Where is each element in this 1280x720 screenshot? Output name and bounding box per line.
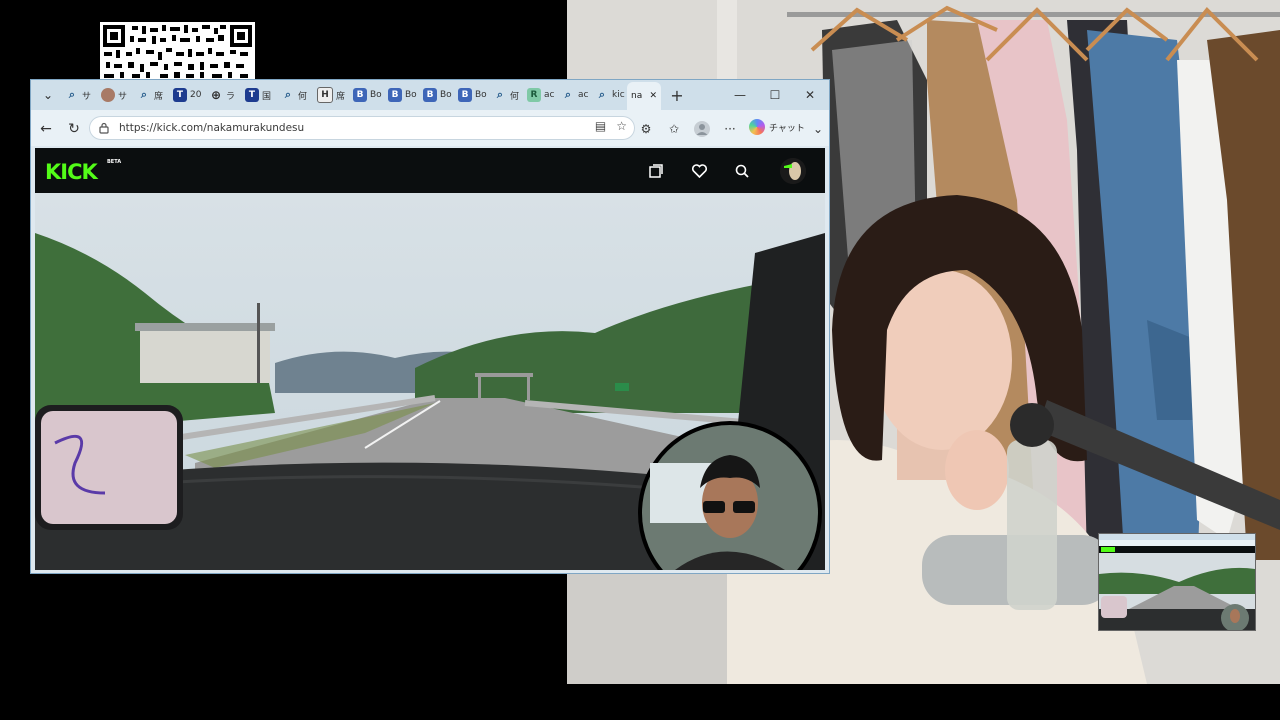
search-icon: ⌕ <box>140 88 148 101</box>
search-icon: ⌕ <box>598 88 606 101</box>
tab[interactable]: ⌕ 何 <box>493 86 519 104</box>
tab[interactable]: B Bo <box>458 86 487 104</box>
tab[interactable]: サ <box>101 86 127 104</box>
t-icon: T <box>245 88 259 102</box>
maximize-button[interactable]: ☐ <box>760 84 790 106</box>
kick-header: KICK BETA <box>35 148 825 193</box>
tab-list-button[interactable]: ⌄ <box>37 85 59 105</box>
reading-view-icon[interactable]: ▤ <box>595 119 606 133</box>
tab[interactable]: ⌕ kic <box>595 86 625 104</box>
browser-toolbar: ← ↻ https://kick.com/nakamurakundesu ▤ ☆… <box>31 110 829 146</box>
tab[interactable]: B Bo <box>353 86 382 104</box>
tab[interactable]: T国 <box>245 86 271 104</box>
multi-view-icon[interactable] <box>646 161 666 181</box>
favorite-star-icon[interactable]: ☆ <box>616 119 627 133</box>
page-content: KICK BETA <box>35 148 825 570</box>
search-icon: ⌕ <box>496 88 504 101</box>
h-icon: H <box>317 87 333 103</box>
profile-avatar-icon[interactable] <box>693 120 711 138</box>
tab[interactable]: B Bo <box>423 86 452 104</box>
address-icons: ▤ ☆ <box>595 119 627 133</box>
driving-video-image <box>35 193 825 570</box>
b-icon: B <box>353 88 367 102</box>
user-avatar[interactable] <box>780 158 806 184</box>
new-tab-button[interactable]: + <box>667 85 687 105</box>
chevron-down-icon: ⌄ <box>42 88 54 102</box>
b-icon: B <box>388 88 402 102</box>
b-icon: B <box>458 88 472 102</box>
t-icon: T <box>173 88 187 102</box>
search-icon: ⌕ <box>68 88 76 101</box>
tab[interactable]: ⌕ 何 <box>281 86 307 104</box>
copilot-label: チャット <box>769 123 805 134</box>
chevron-down-icon[interactable]: ⌄ <box>809 120 827 138</box>
kick-beta-badge: BETA <box>107 159 122 165</box>
tab[interactable]: ⌕ サ <box>65 86 91 104</box>
bottom-black-bar <box>0 684 1280 720</box>
tab[interactable]: ⊕ ラ <box>209 86 235 104</box>
video-player[interactable] <box>35 193 825 570</box>
browser-window: ⌄ ⌕ サ サ ⌕ 席 T 20 ⊕ ラ T国 ⌕ 何 H席 B Bo B Bo B Bo BB… <box>31 80 829 573</box>
tab[interactable]: Rac <box>527 86 554 104</box>
stream-preview-thumbnail <box>1099 534 1255 630</box>
more-menu-icon[interactable]: ··· <box>721 120 739 138</box>
url-text: https://kick.com/nakamurakundesu <box>119 122 305 134</box>
favorites-icon[interactable]: ✩ <box>665 120 683 138</box>
back-button[interactable]: ← <box>35 118 57 140</box>
r-icon: R <box>527 88 541 102</box>
close-icon[interactable]: ✕ <box>649 91 657 101</box>
tab[interactable]: H席 <box>317 86 345 104</box>
search-icon[interactable] <box>732 161 752 181</box>
qr-code <box>100 22 255 80</box>
minimize-button[interactable]: — <box>725 84 755 106</box>
globe-icon: ⊕ <box>210 88 222 102</box>
b-icon: B <box>423 88 437 102</box>
search-icon: ⌕ <box>284 88 292 101</box>
tab-strip: ⌄ ⌕ サ サ ⌕ 席 T 20 ⊕ ラ T国 ⌕ 何 H席 B Bo B Bo B Bo BB… <box>31 80 829 110</box>
tab[interactable]: T 20 <box>173 86 201 104</box>
window-close-button[interactable]: ✕ <box>795 84 825 106</box>
search-icon: ⌕ <box>564 88 572 101</box>
tab-active[interactable]: na ✕ <box>627 82 661 110</box>
preview-thumbnail-image <box>1099 534 1255 630</box>
extension-icon[interactable]: ⚙ <box>637 120 655 138</box>
lock-icon <box>99 122 111 134</box>
kick-logo[interactable]: KICK <box>45 160 98 184</box>
refresh-button[interactable]: ↻ <box>63 118 85 140</box>
tab-active-label: na <box>631 91 643 101</box>
tab[interactable]: ⌕ ac <box>561 86 589 104</box>
qr-code-icon <box>100 22 255 80</box>
copilot-chat-button[interactable]: チャット <box>749 119 805 135</box>
tab[interactable]: B Bo <box>388 86 417 104</box>
tab[interactable]: ⌕ 席 <box>137 86 163 104</box>
heart-icon[interactable] <box>689 161 709 181</box>
profile-icon <box>101 88 115 102</box>
address-bar[interactable]: https://kick.com/nakamurakundesu ▤ ☆ <box>89 116 635 140</box>
copilot-icon <box>749 119 765 135</box>
